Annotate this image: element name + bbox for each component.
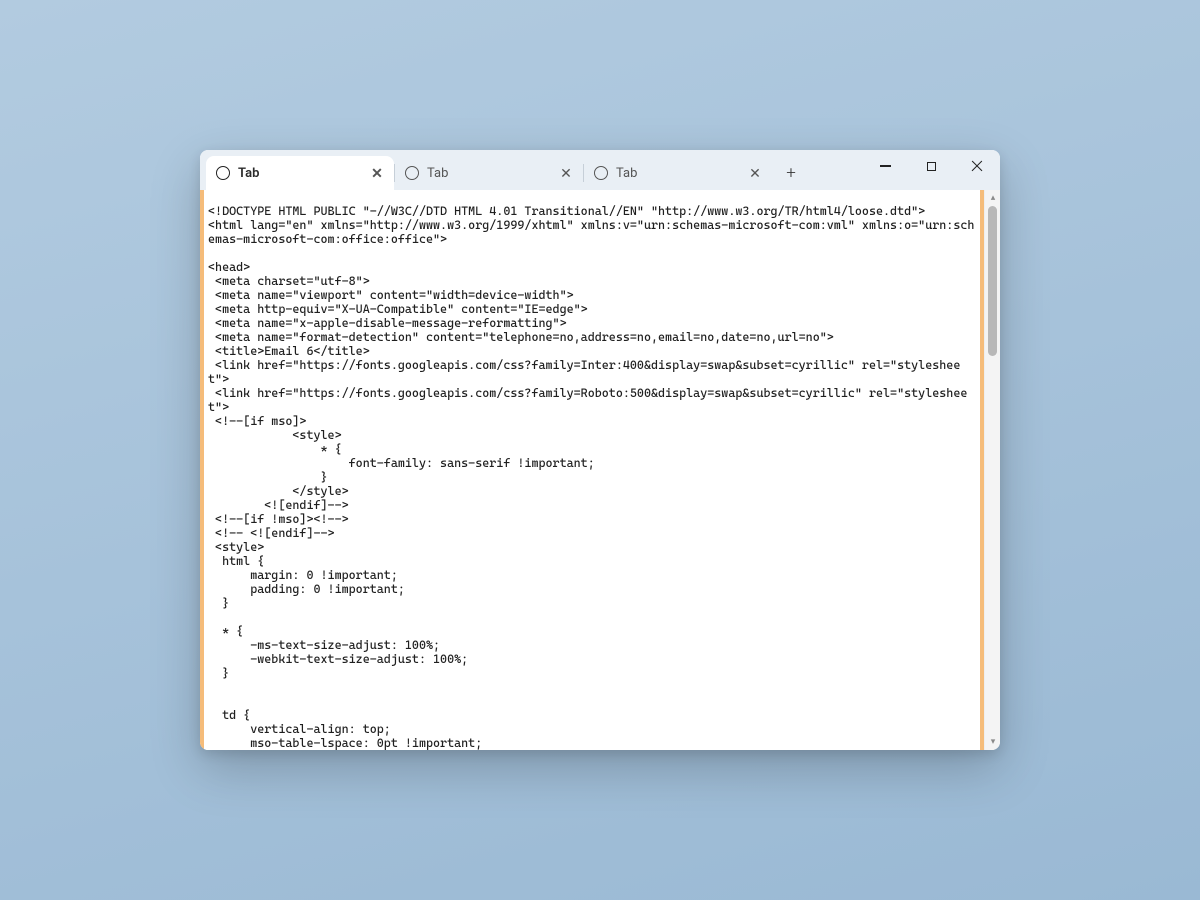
window-controls [862,150,1000,182]
maximize-button[interactable] [908,150,954,182]
minimize-icon [880,165,891,166]
tab-3[interactable]: Tab ✕ [584,156,772,190]
close-icon [971,160,983,172]
source-code: <!DOCTYPE HTML PUBLIC "-//W3C//DTD HTML … [208,204,976,750]
minimize-button[interactable] [862,150,908,182]
titlebar: Tab ✕ Tab ✕ Tab ✕ + [200,150,1000,190]
close-tab-icon[interactable]: ✕ [368,164,386,182]
page-icon [216,166,230,180]
tab-2[interactable]: Tab ✕ [395,156,583,190]
scroll-down-icon[interactable]: ▾ [985,734,1000,750]
close-tab-icon[interactable]: ✕ [746,164,764,182]
tab-label: Tab [616,166,738,181]
tab-label: Tab [427,166,549,181]
close-window-button[interactable] [954,150,1000,182]
page-icon [594,166,608,180]
source-viewer[interactable]: <!DOCTYPE HTML PUBLIC "-//W3C//DTD HTML … [204,190,980,750]
scroll-thumb[interactable] [988,206,997,356]
content-area: <!DOCTYPE HTML PUBLIC "-//W3C//DTD HTML … [200,190,1000,750]
new-tab-button[interactable]: + [776,158,806,188]
page-icon [405,166,419,180]
tab-1[interactable]: Tab ✕ [206,156,394,190]
scroll-up-icon[interactable]: ▴ [985,190,1000,206]
tab-label: Tab [238,166,360,181]
close-tab-icon[interactable]: ✕ [557,164,575,182]
app-window: Tab ✕ Tab ✕ Tab ✕ + <!DOCTYP [200,150,1000,750]
tab-strip: Tab ✕ Tab ✕ Tab ✕ + [206,156,806,190]
maximize-icon [927,162,936,171]
vertical-scrollbar[interactable]: ▴ ▾ [984,190,1000,750]
